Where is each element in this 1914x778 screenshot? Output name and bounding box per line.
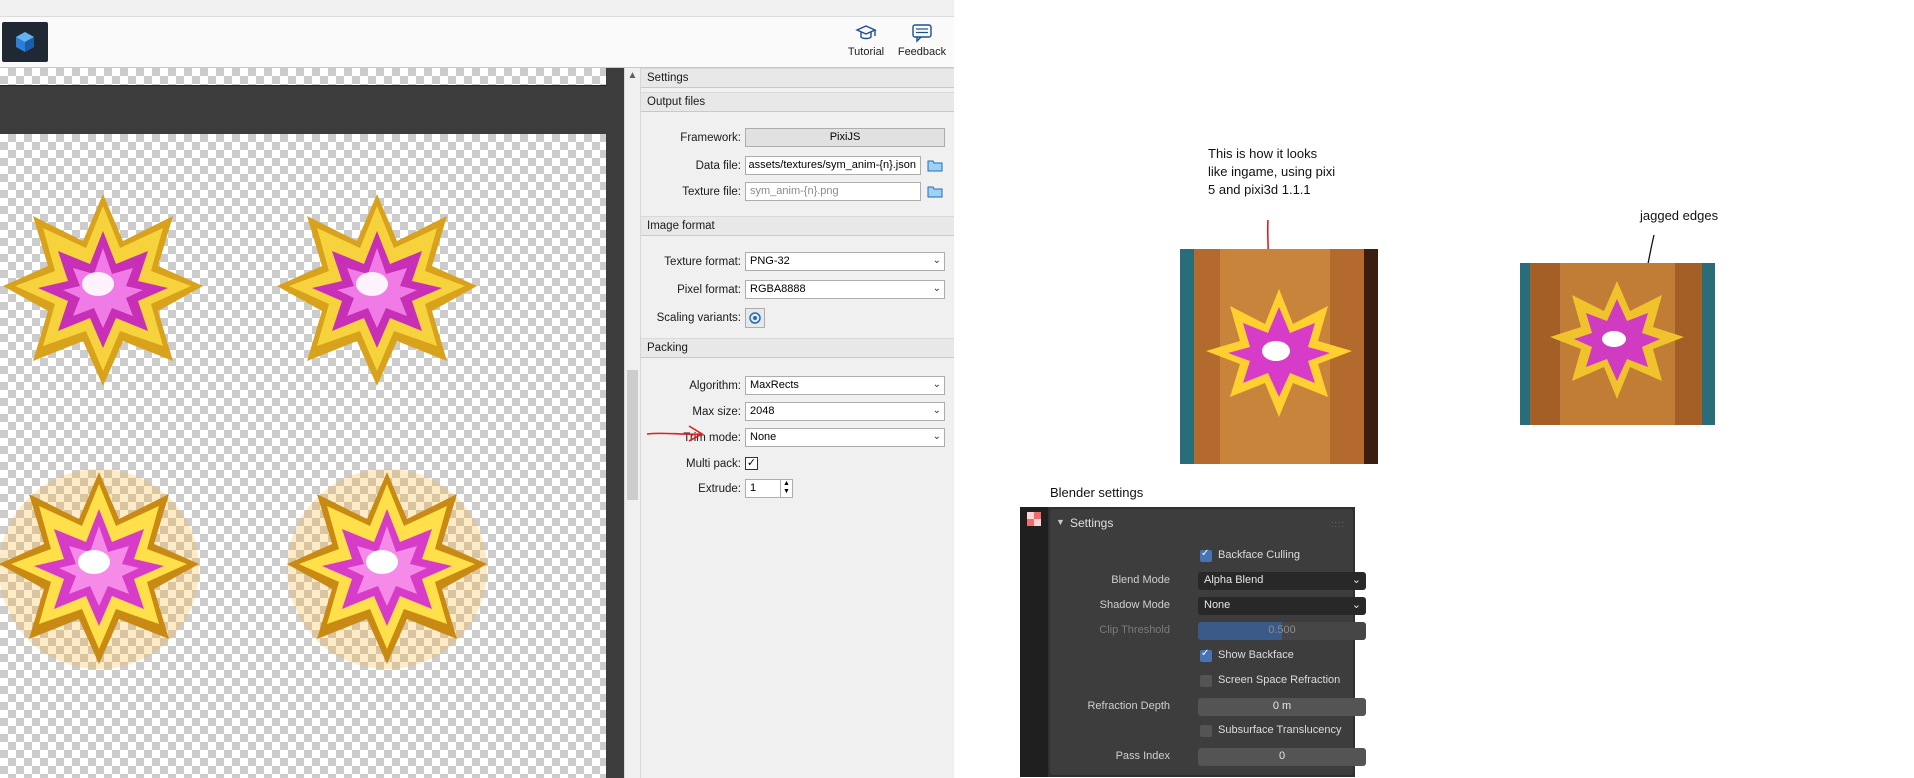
feedback-button[interactable]: Feedback	[894, 21, 950, 65]
ingame-render-image	[1180, 249, 1378, 464]
trim-mode-value: None	[750, 431, 777, 443]
tutorial-button[interactable]: Tutorial	[838, 21, 894, 65]
jagged-edges-note: jagged edges	[1640, 208, 1719, 223]
show-backface-checkbox[interactable]	[1200, 648, 1212, 662]
texture-format-select[interactable]: PNG-32 ⌄	[745, 252, 945, 271]
jagged-render-image	[1520, 263, 1715, 425]
chevron-down-icon: ⌄	[932, 255, 941, 266]
collapse-triangle-icon[interactable]: ▼	[1056, 517, 1065, 527]
backface-culling-checkbox[interactable]	[1200, 548, 1212, 562]
scaling-variants-label: Scaling variants:	[656, 312, 741, 324]
scaling-variants-button[interactable]	[745, 308, 765, 328]
spinner-arrows-icon[interactable]: ▲ ▼	[780, 480, 792, 497]
shadow-mode-select[interactable]: None ⌄	[1198, 597, 1366, 615]
multi-pack-checkbox[interactable]: ✓	[745, 457, 758, 470]
blend-mode-label: Blend Mode	[1111, 574, 1170, 586]
screen-space-refraction-label: Screen Space Refraction	[1218, 674, 1341, 686]
top-toolbar: Tutorial Feedback	[0, 16, 954, 68]
data-file-input[interactable]: assets/textures/sym_anim-{n}.json	[745, 156, 921, 175]
graduation-cap-icon	[855, 25, 877, 40]
speech-bubble-icon	[912, 24, 932, 43]
texturepacker-window: Tutorial Feedback ▲ Settings Output file…	[0, 0, 954, 778]
chevron-down-icon: ⌄	[1351, 574, 1361, 586]
refraction-depth-field[interactable]: 0 m	[1198, 698, 1366, 716]
ingame-note: This is how it looks like ingame, using …	[1208, 146, 1336, 197]
chevron-down-icon: ⌄	[1351, 599, 1361, 611]
screen-space-refraction-checkbox[interactable]	[1200, 675, 1212, 687]
blend-mode-select[interactable]: Alpha Blend ⌄	[1198, 572, 1366, 590]
folder-icon[interactable]	[927, 184, 943, 198]
algorithm-value: MaxRects	[750, 379, 799, 391]
texture-file-input[interactable]: sym_anim-{n}.png	[745, 182, 921, 201]
sprite-sheet-canvas[interactable]	[0, 68, 624, 778]
scroll-thumb[interactable]	[627, 370, 638, 500]
pixel-format-label: Pixel format:	[677, 284, 741, 296]
extrude-spinbox[interactable]: 1 ▲ ▼	[745, 479, 793, 498]
sprite-star-2[interactable]	[272, 186, 482, 396]
chevron-down-icon: ⌄	[932, 431, 941, 442]
output-files-header[interactable]: Output files	[641, 92, 954, 112]
material-checker-icon[interactable]	[1027, 512, 1041, 526]
blender-material-settings: ▼ Settings :::: Backface Culling Blend M…	[1020, 507, 1366, 777]
extrude-value: 1	[750, 482, 757, 494]
framework-label: Framework:	[680, 132, 741, 144]
shadow-mode-label: Shadow Mode	[1099, 599, 1170, 611]
chevron-down-icon: ⌄	[932, 379, 941, 390]
algorithm-label: Algorithm:	[689, 380, 741, 392]
red-arrow-annotation-icon	[646, 425, 704, 442]
texture-format-label: Texture format:	[664, 256, 741, 268]
transparency-checkerboard-top	[0, 68, 606, 86]
image-format-header[interactable]: Image format	[641, 216, 954, 236]
blend-mode-value: Alpha Blend	[1204, 574, 1264, 586]
settings-title: Settings	[641, 68, 954, 88]
chevron-down-icon: ⌄	[932, 283, 941, 294]
pass-index-field[interactable]: 0	[1198, 748, 1366, 766]
blender-panel-title[interactable]: Settings	[1070, 516, 1113, 530]
sprite-star-1[interactable]	[0, 186, 208, 396]
chevron-down-icon: ⌄	[932, 405, 941, 416]
gear-icon	[749, 312, 761, 324]
feedback-label: Feedback	[897, 46, 947, 58]
shadow-mode-value: None	[1204, 599, 1231, 611]
algorithm-select[interactable]: MaxRects ⌄	[745, 376, 945, 395]
texture-format-value: PNG-32	[750, 255, 790, 267]
app-logo-button[interactable]	[2, 22, 48, 62]
clip-threshold-slider[interactable]: 0.500	[1198, 622, 1366, 640]
packing-header[interactable]: Packing	[641, 338, 954, 358]
refraction-depth-label: Refraction Depth	[1087, 700, 1170, 712]
checkmark-icon: ✓	[746, 457, 757, 469]
max-size-label: Max size:	[692, 406, 741, 418]
max-size-value: 2048	[750, 405, 775, 417]
pixel-format-value: RGBA8888	[750, 283, 806, 295]
ingame-screenshot-pixi	[1180, 249, 1378, 464]
max-size-select[interactable]: 2048 ⌄	[745, 402, 945, 421]
clip-threshold-value: 0.500	[1268, 624, 1296, 636]
texture-file-label: Texture file:	[682, 186, 741, 198]
transparency-checkerboard	[0, 134, 606, 778]
drag-handle-icon[interactable]: ::::	[1331, 519, 1345, 529]
framework-button[interactable]: PixiJS	[745, 128, 945, 147]
blender-side-strip	[1020, 507, 1048, 777]
ingame-screenshot-jagged	[1520, 263, 1715, 425]
backface-culling-label: Backface Culling	[1218, 549, 1300, 561]
subsurface-translucency-checkbox[interactable]	[1200, 725, 1212, 737]
sprite-star-glow-3[interactable]	[0, 464, 204, 674]
blender-settings-note: Blender settings	[1050, 485, 1144, 500]
canvas-vertical-scrollbar[interactable]: ▲	[624, 68, 641, 778]
clip-threshold-label: Clip Threshold	[1099, 624, 1170, 636]
extrude-label: Extrude:	[698, 483, 741, 495]
tutorial-label: Tutorial	[847, 46, 885, 58]
data-file-label: Data file:	[695, 160, 741, 172]
subsurface-translucency-label: Subsurface Translucency	[1218, 724, 1342, 736]
sprite-star-glow-4[interactable]	[282, 464, 492, 674]
pixel-format-select[interactable]: RGBA8888 ⌄	[745, 280, 945, 299]
scroll-up-arrow-icon[interactable]: ▲	[625, 68, 640, 84]
show-backface-label: Show Backface	[1218, 649, 1294, 661]
blender-settings-panel: ▼ Settings :::: Backface Culling Blend M…	[1050, 509, 1366, 775]
multi-pack-label: Multi pack:	[686, 458, 741, 470]
folder-icon[interactable]	[927, 158, 943, 172]
app-logo-icon	[16, 32, 34, 52]
trim-mode-select[interactable]: None ⌄	[745, 428, 945, 447]
pass-index-label: Pass Index	[1115, 750, 1170, 762]
